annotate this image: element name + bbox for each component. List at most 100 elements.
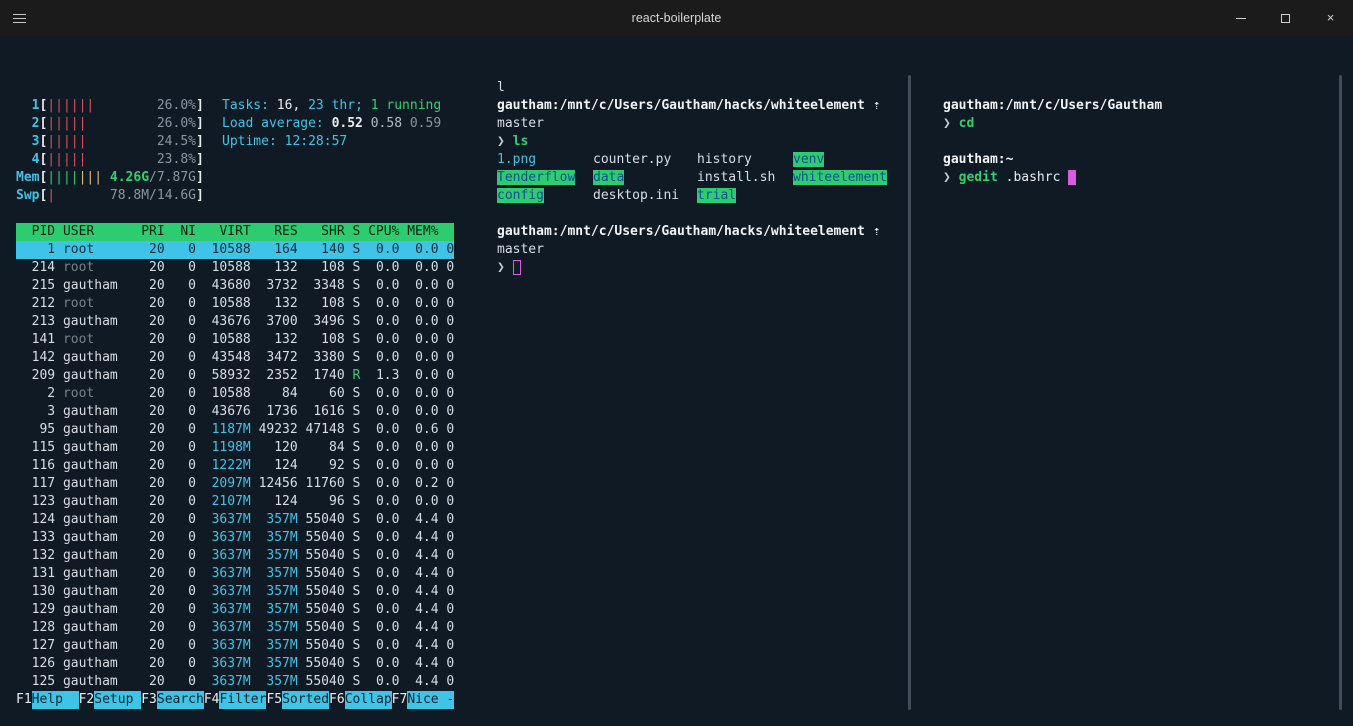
fkey-label-F5[interactable]: Sorted — [282, 691, 329, 709]
prompt-path-line: gautham:/mnt/c/Users/Gautham/hacks/white… — [497, 97, 915, 115]
fkey-F1[interactable]: F1 — [16, 692, 32, 707]
cell-user: gautham — [63, 529, 133, 547]
column-header-RES[interactable]: RES — [251, 223, 298, 241]
cell-pri: 20 — [133, 421, 164, 439]
column-header-PID[interactable]: PID — [16, 223, 55, 241]
column-header-SHR[interactable]: SHR — [298, 223, 345, 241]
cell-virt: 3637M — [196, 619, 251, 637]
fkey-label-F7[interactable]: Nice - — [407, 691, 454, 709]
process-row[interactable]: 213gautham2004367637003496S0.00.00 — [16, 313, 454, 331]
process-row[interactable]: 126gautham2003637M357M55040S0.04.40 — [16, 655, 454, 673]
fkey-label-F6[interactable]: Collap — [345, 691, 392, 709]
cell-shr: 55040 — [298, 637, 345, 655]
right-pane-scrollbar[interactable] — [1339, 75, 1342, 710]
menu-button[interactable] — [0, 0, 38, 36]
cpu-number: 2 — [16, 115, 39, 133]
process-row[interactable]: 212root20010588132108S0.00.00 — [16, 295, 454, 313]
process-table: 1root20010588164140S0.00.00214root200105… — [16, 241, 470, 691]
fkey-F7[interactable]: F7 — [392, 692, 408, 707]
column-header-USER[interactable]: USER — [63, 223, 133, 241]
fkey-label-F4[interactable]: Filter — [219, 691, 266, 709]
process-row[interactable]: 2root200105888460S0.00.00 — [16, 385, 454, 403]
cell-st: S — [345, 565, 361, 583]
cell-ni: 0 — [165, 421, 196, 439]
process-row[interactable]: 214root20010588132108S0.00.00 — [16, 259, 454, 277]
process-row[interactable]: 127gautham2003637M357M55040S0.04.40 — [16, 637, 454, 655]
fkey-F6[interactable]: F6 — [329, 692, 345, 707]
process-row[interactable]: 128gautham2003637M357M55040S0.04.40 — [16, 619, 454, 637]
cell-ni: 0 — [165, 259, 196, 277]
cell-ni: 0 — [165, 565, 196, 583]
cell-pri: 20 — [133, 655, 164, 673]
cell-mem: 0.0 — [399, 295, 438, 313]
cell-ni: 0 — [165, 457, 196, 475]
process-table-header[interactable]: PID USERPRINIVIRTRESSHRSCPU%MEM% — [16, 223, 454, 241]
process-row[interactable]: 1root20010588164140S0.00.00 — [16, 241, 454, 259]
process-row[interactable]: 131gautham2003637M357M55040S0.04.40 — [16, 565, 454, 583]
cell-t: 0 — [439, 583, 455, 601]
minimize-button[interactable] — [1218, 0, 1263, 36]
htop-pane[interactable]: 1[||||||26.0%]2[|||||26.0%]3[|||||24.5%]… — [0, 36, 470, 726]
uptime-value: 12:28:57 — [285, 134, 348, 149]
cell-cpu: 0.0 — [360, 511, 399, 529]
process-row[interactable]: 3gautham2004367617361616S0.00.00 — [16, 403, 454, 421]
column-header-PRI[interactable]: PRI — [133, 223, 164, 241]
process-row[interactable]: 117gautham2002097M1245611760S0.00.20 — [16, 475, 454, 493]
fkey-label-F1[interactable]: Help — [32, 691, 79, 709]
cell-pid: 117 — [16, 475, 55, 493]
htop-summary: Tasks: 16, 23 thr; 1 running Load averag… — [222, 97, 441, 151]
cell-st: S — [345, 241, 361, 259]
column-header-NI[interactable]: NI — [165, 223, 196, 241]
terminal-pane-right[interactable]: gautham:/mnt/c/Users/Gautham ❯ cd gautha… — [929, 36, 1353, 726]
column-header-MEM%[interactable]: MEM% — [399, 223, 438, 241]
middle-pane-scrollbar[interactable] — [908, 75, 911, 710]
cell-virt: 3637M — [196, 583, 251, 601]
fkey-F4[interactable]: F4 — [204, 692, 220, 707]
git-branch: master — [497, 115, 915, 133]
process-row[interactable]: 123gautham2002107M12496S0.00.00 — [16, 493, 454, 511]
cell-mem: 4.4 — [399, 511, 438, 529]
cpu-percent: 26.0% — [157, 97, 196, 115]
cell-cpu: 0.0 — [360, 403, 399, 421]
process-row[interactable]: 130gautham2003637M357M55040S0.04.40 — [16, 583, 454, 601]
column-header-S[interactable]: S — [345, 223, 361, 241]
cell-ni: 0 — [165, 295, 196, 313]
cell-res: 357M — [251, 619, 298, 637]
terminal-pane-middle[interactable]: l gautham:/mnt/c/Users/Gautham/hacks/whi… — [483, 36, 915, 726]
process-row[interactable]: 215gautham2004368037323348S0.00.00 — [16, 277, 454, 295]
process-row[interactable]: 141root20010588132108S0.00.00 — [16, 331, 454, 349]
fkey-F3[interactable]: F3 — [141, 692, 157, 707]
fkey-label-F3[interactable]: Search — [157, 691, 204, 709]
command-line: ❯ cd — [943, 115, 1353, 133]
process-row[interactable]: 142gautham2004354834723380S0.00.00 — [16, 349, 454, 367]
cell-res: 357M — [251, 511, 298, 529]
cell-pri: 20 — [133, 385, 164, 403]
cell-res: 357M — [251, 565, 298, 583]
maximize-button[interactable] — [1263, 0, 1308, 36]
process-row[interactable]: 133gautham2003637M357M55040S0.04.40 — [16, 529, 454, 547]
cell-mem: 0.0 — [399, 259, 438, 277]
column-header-VIRT[interactable]: VIRT — [196, 223, 251, 241]
process-row[interactable]: 95gautham2001187M4923247148S0.00.60 — [16, 421, 454, 439]
process-row[interactable]: 129gautham2003637M357M55040S0.04.40 — [16, 601, 454, 619]
cell-pri: 20 — [133, 349, 164, 367]
fkey-F5[interactable]: F5 — [266, 692, 282, 707]
column-header-CPU%[interactable]: CPU% — [360, 223, 399, 241]
fkey-label-F2[interactable]: Setup — [94, 691, 141, 709]
process-row[interactable]: 209gautham2005893223521740R1.30.00 — [16, 367, 454, 385]
process-row[interactable]: 115gautham2001198M12084S0.00.00 — [16, 439, 454, 457]
process-row[interactable]: 116gautham2001222M12492S0.00.00 — [16, 457, 454, 475]
cpu-usage-bars: ||||| — [47, 115, 86, 133]
close-button[interactable]: × — [1308, 0, 1353, 36]
process-row[interactable]: 124gautham2003637M357M55040S0.04.40 — [16, 511, 454, 529]
cell-t: 0 — [439, 475, 455, 493]
cell-st: S — [345, 295, 361, 313]
cell-pid: 132 — [16, 547, 55, 565]
cell-shr: 55040 — [298, 601, 345, 619]
cell-mem: 0.0 — [399, 439, 438, 457]
process-row[interactable]: 125gautham2003637M357M55040S0.04.40 — [16, 673, 454, 691]
cell-res: 132 — [251, 259, 298, 277]
fkey-F2[interactable]: F2 — [79, 692, 95, 707]
process-row[interactable]: 132gautham2003637M357M55040S0.04.40 — [16, 547, 454, 565]
cell-shr: 84 — [298, 439, 345, 457]
